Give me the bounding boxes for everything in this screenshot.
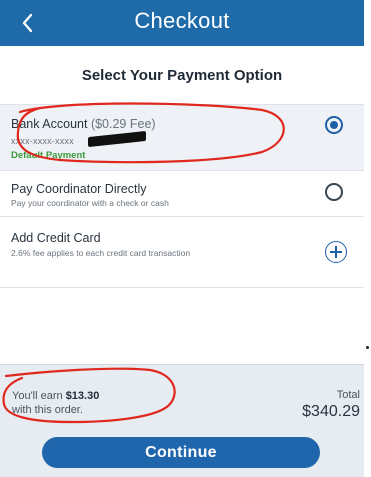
option-label: Add Credit Card: [11, 231, 101, 245]
option-description: Pay your coordinator with a check or cas…: [11, 198, 169, 208]
edge-mark: [366, 346, 369, 349]
option-label: Pay Coordinator Directly: [11, 182, 147, 196]
checkout-screen: Checkout Select Your Payment Option Bank…: [0, 0, 364, 477]
payment-option-bank-account[interactable]: Bank Account ($0.29 Fee) xxxx-xxxx-xxxx …: [0, 104, 364, 170]
payment-option-add-credit-card[interactable]: Add Credit Card 2.6% fee applies to each…: [0, 216, 364, 287]
order-summary-footer: You'll earn $13.30 with this order. Tota…: [0, 364, 364, 477]
empty-area: [0, 287, 364, 365]
total-label: Total: [336, 389, 360, 401]
radio-selected[interactable]: [325, 116, 343, 134]
fee-text: ($0.29 Fee): [90, 117, 156, 131]
screen-edge: [364, 0, 371, 477]
option-title: Bank Account ($0.29 Fee): [11, 117, 156, 131]
payment-option-coordinator[interactable]: Pay Coordinator Directly Pay your coordi…: [0, 170, 364, 216]
plus-circle-icon[interactable]: [325, 241, 347, 263]
default-payment-label: Default Payment: [11, 150, 86, 161]
option-description: 2.6% fee applies to each credit card tra…: [11, 248, 191, 258]
option-label: Bank Account: [11, 117, 88, 131]
section-header: Select Your Payment Option: [0, 46, 364, 104]
earn-prefix: You'll earn: [12, 390, 63, 402]
earn-suffix: with this order.: [12, 404, 83, 416]
total-value: $340.29: [302, 403, 360, 420]
earn-line: You'll earn $13.30: [12, 390, 99, 402]
continue-button[interactable]: Continue: [42, 437, 320, 468]
radio-unselected[interactable]: [325, 183, 343, 201]
section-title: Select Your Payment Option: [81, 67, 283, 84]
page-title: Checkout: [134, 8, 230, 33]
earn-amount: $13.30: [65, 390, 100, 402]
header-bar: Checkout: [0, 0, 364, 46]
